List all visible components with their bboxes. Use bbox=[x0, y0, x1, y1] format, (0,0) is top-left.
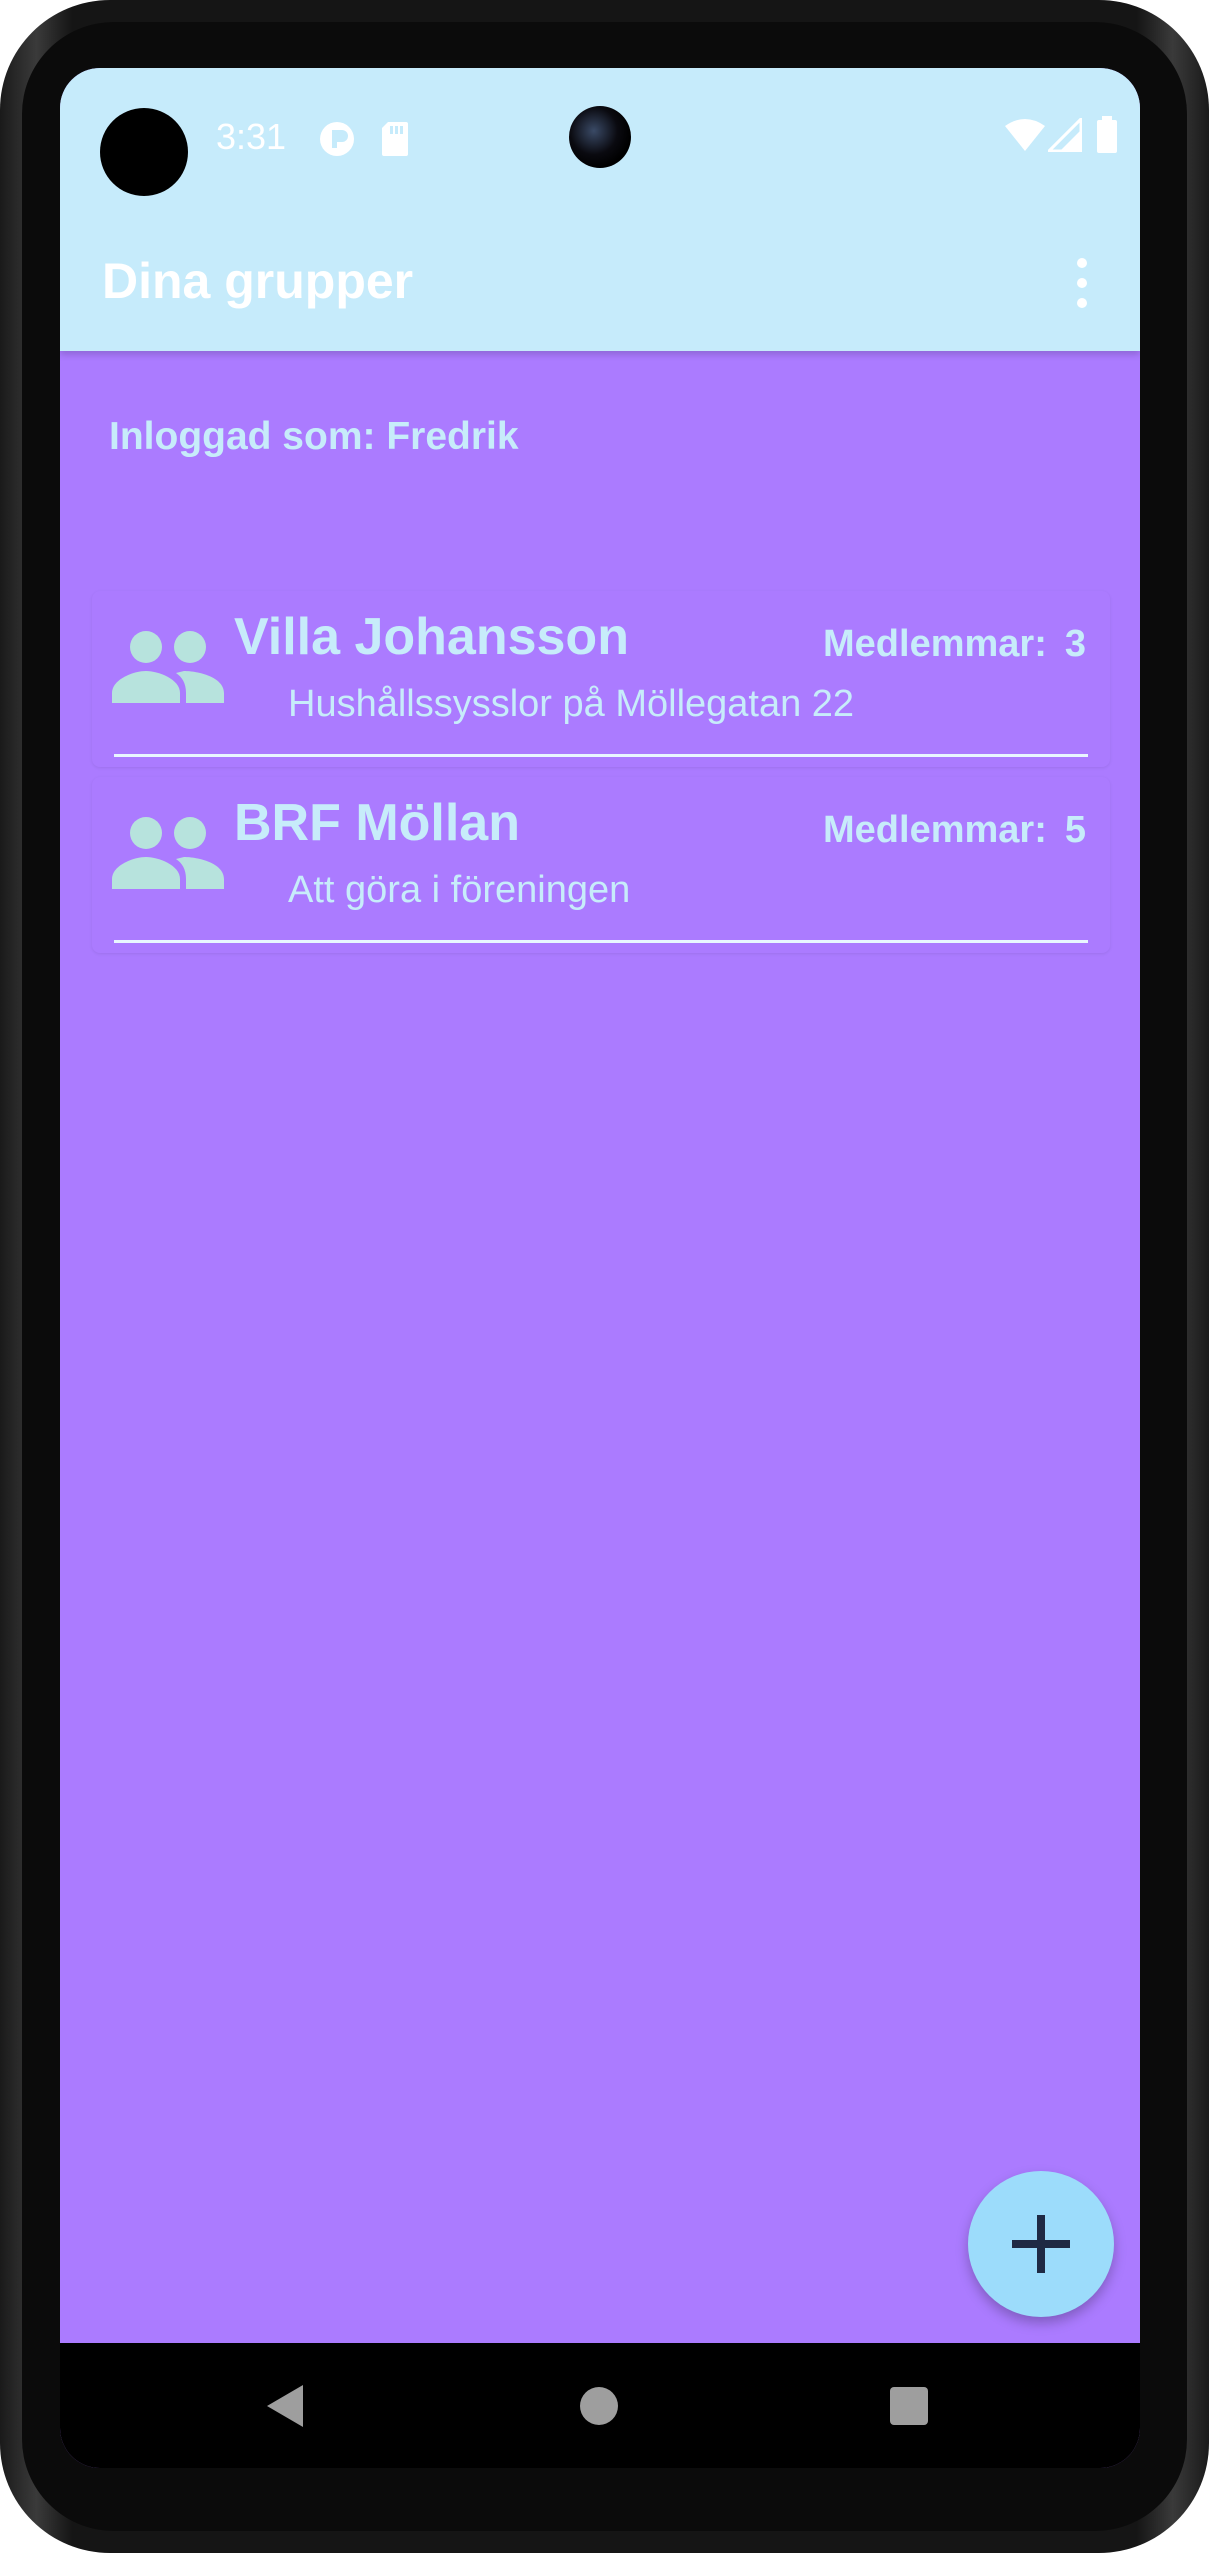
divider bbox=[114, 940, 1088, 943]
add-group-button[interactable] bbox=[968, 2171, 1114, 2317]
wifi-icon bbox=[1005, 119, 1045, 151]
divider bbox=[114, 754, 1088, 757]
back-icon[interactable] bbox=[265, 2383, 305, 2429]
system-nav-bar bbox=[60, 2343, 1140, 2468]
group-icon bbox=[112, 817, 224, 889]
front-camera bbox=[569, 106, 631, 168]
device-frame: 3:31 Dina grupper Inloggad som: Fredrik … bbox=[0, 0, 1209, 2553]
members-label: Medlemmar: bbox=[823, 809, 1047, 851]
page-title: Dina grupper bbox=[102, 253, 414, 309]
add-icon bbox=[1012, 2215, 1070, 2273]
phone-screen: 3:31 Dina grupper Inloggad som: Fredrik … bbox=[60, 68, 1140, 2468]
status-time: 3:31 bbox=[216, 116, 287, 157]
home-icon[interactable] bbox=[580, 2387, 618, 2425]
group-icon bbox=[112, 631, 224, 703]
group-list-item[interactable]: Villa Johansson Hushållssysslor på Mölle… bbox=[92, 591, 1110, 767]
screen-record-dot bbox=[100, 108, 188, 196]
app-bar: 3:31 Dina grupper bbox=[60, 68, 1140, 351]
group-name: Villa Johansson bbox=[234, 608, 629, 666]
notification-app-icon bbox=[320, 122, 354, 156]
group-description: Hushållssysslor på Möllegatan 22 bbox=[288, 683, 855, 725]
group-members: Medlemmar: 3 bbox=[823, 623, 1086, 666]
recent-apps-icon[interactable] bbox=[890, 2387, 928, 2425]
sd-card-icon bbox=[382, 122, 408, 156]
overflow-menu-icon[interactable] bbox=[1072, 258, 1092, 308]
members-label: Medlemmar: bbox=[823, 623, 1047, 665]
group-name: BRF Möllan bbox=[234, 794, 520, 852]
members-count: 5 bbox=[1064, 809, 1086, 851]
members-count: 3 bbox=[1064, 623, 1086, 665]
group-list-item[interactable]: BRF Möllan Att göra i föreningen Medlemm… bbox=[92, 777, 1110, 953]
battery-icon bbox=[1097, 116, 1117, 153]
group-members: Medlemmar: 5 bbox=[823, 809, 1086, 852]
cellular-signal-icon bbox=[1048, 118, 1082, 152]
group-description: Att göra i föreningen bbox=[288, 869, 631, 911]
logged-in-label: Inloggad som: Fredrik bbox=[109, 415, 519, 458]
